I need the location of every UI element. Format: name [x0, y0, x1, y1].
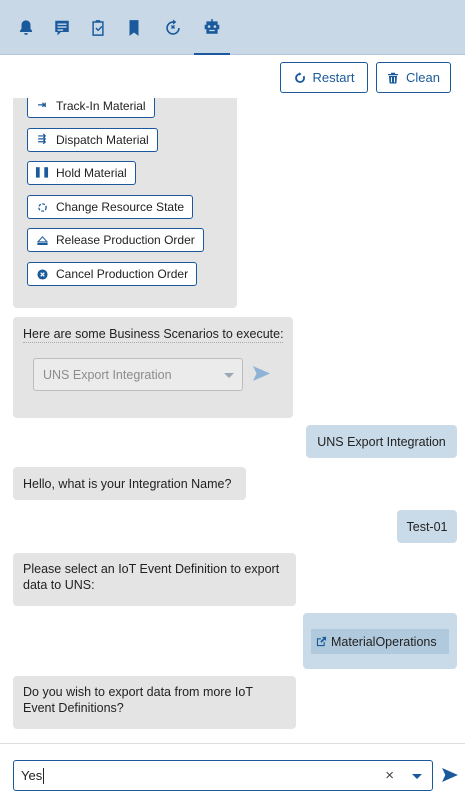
integration-icon	[166, 18, 180, 35]
user-message-text: Test-01	[406, 519, 448, 534]
send-icon[interactable]	[442, 768, 458, 782]
tab-messages[interactable]	[44, 0, 80, 55]
action-label: Cancel Production Order	[56, 267, 189, 281]
tab-bookmarks[interactable]	[116, 0, 152, 55]
action-release-production-order[interactable]: Release Production Order	[27, 228, 204, 252]
tab-notifications[interactable]	[8, 0, 44, 55]
scenario-select-value: UNS Export Integration	[43, 367, 172, 382]
action-label: Change Resource State	[56, 200, 185, 214]
restart-button[interactable]: Restart	[280, 62, 368, 93]
action-label: Hold Material	[56, 166, 127, 180]
eject-icon	[36, 234, 48, 246]
clipboard-check-icon	[92, 19, 104, 36]
message-icon	[55, 20, 69, 35]
divider	[23, 342, 283, 343]
cancel-circle-icon	[36, 268, 48, 280]
dispatch-icon: ⇶	[37, 134, 47, 145]
scenario-send-icon[interactable]	[253, 366, 270, 381]
user-message: MaterialOperations	[303, 613, 457, 669]
restart-icon	[294, 71, 305, 83]
external-link-icon	[316, 636, 327, 647]
action-track-in-material[interactable]: ⇥ Track-In Material	[27, 98, 155, 118]
chat-history[interactable]: ⇥ Track-In Material ⇶ Dispatch Material …	[0, 98, 465, 743]
action-change-resource-state[interactable]: Change Resource State	[27, 195, 194, 219]
pause-icon: ❚❚	[33, 167, 51, 178]
chevron-down-icon	[224, 373, 234, 378]
chat-toolbar: Restart Clean	[0, 56, 465, 98]
robot-icon	[204, 18, 220, 34]
clean-button[interactable]: Clean	[376, 62, 451, 93]
top-tab-bar	[0, 0, 465, 55]
bot-message: Do you wish to export data from more IoT…	[13, 676, 296, 729]
trash-icon	[388, 72, 399, 83]
user-message-text: UNS Export Integration	[317, 434, 446, 449]
action-label: Track-In Material	[56, 99, 146, 113]
chat-input[interactable]: Yes ×	[13, 760, 433, 791]
action-hold-material[interactable]: ❚❚ Hold Material	[27, 161, 136, 185]
text-cursor	[43, 767, 45, 784]
link-text: MaterialOperations	[331, 634, 437, 649]
restart-label: Restart	[312, 70, 355, 85]
chat-input-value: Yes	[21, 768, 43, 783]
tab-assistant[interactable]	[194, 0, 230, 55]
material-operations-link[interactable]: MaterialOperations	[311, 629, 449, 654]
action-cancel-production-order[interactable]: Cancel Production Order	[27, 262, 198, 286]
track-in-icon: ⇥	[37, 100, 47, 111]
action-label: Release Production Order	[56, 233, 195, 247]
bookmark-icon	[129, 19, 139, 36]
bot-message-text: Do you wish to export data from more IoT…	[23, 685, 253, 715]
bot-message: Please select an IoT Event Definition to…	[13, 553, 296, 606]
bell-icon	[19, 19, 33, 35]
chevron-down-icon[interactable]	[412, 774, 422, 779]
action-label: Dispatch Material	[56, 133, 149, 147]
bot-message-text: Hello, what is your Integration Name?	[23, 476, 232, 491]
bot-message: Hello, what is your Integration Name?	[13, 467, 246, 500]
refresh-icon	[36, 201, 48, 213]
bot-scenarios-bubble: Here are some Business Scenarios to exec…	[13, 317, 293, 418]
tab-integration[interactable]	[155, 0, 191, 55]
user-message: UNS Export Integration	[306, 425, 457, 458]
action-dispatch-material[interactable]: ⇶ Dispatch Material	[27, 128, 158, 152]
bot-actions-bubble: ⇥ Track-In Material ⇶ Dispatch Material …	[13, 98, 237, 308]
user-message: Test-01	[397, 510, 457, 543]
scenarios-prompt: Here are some Business Scenarios to exec…	[23, 327, 284, 341]
clear-icon[interactable]: ×	[385, 767, 394, 784]
scenario-select[interactable]: UNS Export Integration	[33, 358, 243, 391]
bot-message-text: Please select an IoT Event Definition to…	[23, 562, 280, 592]
clean-label: Clean	[406, 70, 440, 85]
tab-checklist[interactable]	[80, 0, 116, 55]
chat-input-bar: Yes ×	[0, 743, 465, 798]
